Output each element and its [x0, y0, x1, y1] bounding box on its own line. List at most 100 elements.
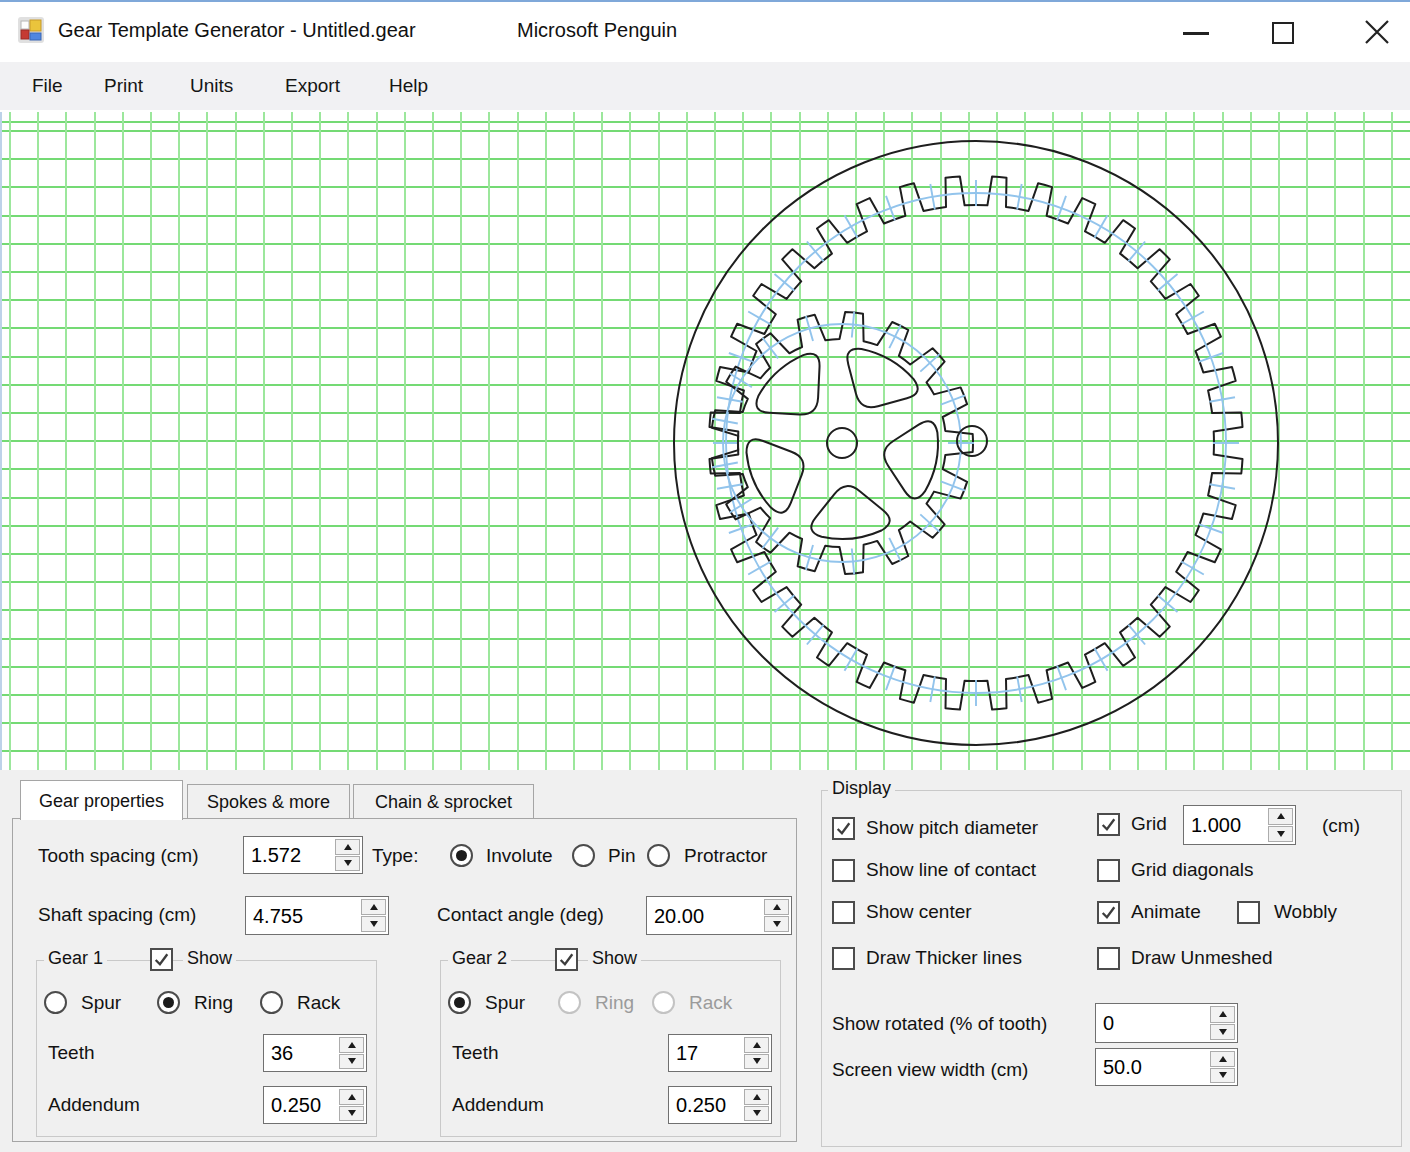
contact-angle-input[interactable]: 20.00 — [646, 896, 792, 935]
gear2-ring-radio[interactable] — [558, 991, 581, 1014]
animate-label[interactable]: Animate — [1131, 901, 1201, 923]
type-involute-radio[interactable] — [450, 844, 473, 867]
window-title: Gear Template Generator - Untitled.gear — [58, 19, 416, 42]
menu-file[interactable]: File — [32, 75, 63, 97]
gear1-teeth-label: Teeth — [48, 1042, 94, 1064]
gear2-spur-radio[interactable] — [448, 991, 471, 1014]
gear2-teeth-up-button[interactable] — [744, 1037, 769, 1053]
wobbly-checkbox[interactable] — [1237, 901, 1260, 924]
draw-thicker-lines-label[interactable]: Draw Thicker lines — [866, 947, 1022, 969]
type-pin-label[interactable]: Pin — [608, 845, 635, 867]
draw-unmeshed-checkbox[interactable] — [1097, 947, 1120, 970]
grid-checkbox[interactable] — [1097, 813, 1120, 836]
drawing-canvas[interactable] — [0, 112, 1410, 770]
draw-unmeshed-label[interactable]: Draw Unmeshed — [1131, 947, 1273, 969]
type-pin-radio[interactable] — [572, 844, 595, 867]
show-rotated-down-button[interactable] — [1210, 1024, 1235, 1041]
gear1-teeth-up-button[interactable] — [339, 1037, 364, 1053]
gear2-show-checkbox[interactable] — [555, 948, 578, 971]
up-arrow-icon — [348, 1042, 356, 1048]
down-arrow-icon — [753, 1058, 761, 1064]
menu-help[interactable]: Help — [389, 75, 428, 97]
grid-size-input[interactable]: 1.000 — [1183, 805, 1296, 845]
window-left-border — [0, 112, 2, 770]
show-center-label[interactable]: Show center — [866, 901, 972, 923]
gear2-rack-radio[interactable] — [652, 991, 675, 1014]
down-arrow-icon — [773, 921, 781, 927]
contact-angle-label: Contact angle (deg) — [437, 904, 604, 926]
type-involute-label[interactable]: Involute — [486, 845, 553, 867]
close-button[interactable] — [1352, 2, 1404, 62]
gear2-addendum-down-button[interactable] — [744, 1106, 769, 1122]
screen-view-width-input[interactable]: 50.0 — [1095, 1048, 1238, 1086]
gear2-addendum-input[interactable]: 0.250 — [668, 1086, 772, 1124]
check-icon — [152, 950, 171, 969]
gear1-addendum-down-button[interactable] — [339, 1106, 364, 1122]
screen-view-width-up-button[interactable] — [1210, 1051, 1235, 1067]
minimize-button[interactable] — [1170, 2, 1222, 62]
animate-checkbox[interactable] — [1097, 901, 1120, 924]
gear1-rack-label[interactable]: Rack — [297, 992, 340, 1014]
menu-units[interactable]: Units — [190, 75, 233, 97]
gear1-spur-radio[interactable] — [44, 991, 67, 1014]
show-line-of-contact-label[interactable]: Show line of contact — [866, 859, 1036, 881]
shaft-spacing-up-button[interactable] — [361, 899, 386, 915]
tab-gear-properties[interactable]: Gear properties — [20, 780, 183, 820]
contact-angle-down-button[interactable] — [764, 916, 789, 932]
gear1-ring-label[interactable]: Ring — [194, 992, 233, 1014]
shaft-spacing-value: 4.755 — [253, 904, 303, 927]
type-protractor-radio[interactable] — [647, 844, 670, 867]
show-line-of-contact-checkbox[interactable] — [832, 859, 855, 882]
tooth-spacing-up-button[interactable] — [335, 839, 360, 855]
shaft-spacing-input[interactable]: 4.755 — [245, 896, 389, 935]
gear1-rack-radio[interactable] — [260, 991, 283, 1014]
show-pitch-diameter-label[interactable]: Show pitch diameter — [866, 817, 1038, 839]
gear2-teeth-down-button[interactable] — [744, 1054, 769, 1070]
gear1-show-checkbox[interactable] — [150, 948, 173, 971]
down-arrow-icon — [344, 860, 352, 866]
screen-view-width-value: 50.0 — [1103, 1056, 1142, 1079]
gear2-ring-label[interactable]: Ring — [595, 992, 634, 1014]
menu-export[interactable]: Export — [285, 75, 340, 97]
gear1-spur-label[interactable]: Spur — [81, 992, 121, 1014]
gear2-addendum-label: Addendum — [452, 1094, 544, 1116]
gear1-teeth-input[interactable]: 36 — [263, 1034, 367, 1072]
contact-angle-up-button[interactable] — [764, 899, 789, 915]
check-icon — [1099, 903, 1118, 922]
gear2-show-label: Show — [588, 948, 641, 969]
tooth-spacing-input[interactable]: 1.572 — [243, 836, 363, 874]
gear2-teeth-input[interactable]: 17 — [668, 1034, 772, 1072]
display-title: Display — [828, 778, 895, 799]
gear2-addendum-up-button[interactable] — [744, 1089, 769, 1105]
tab-chain-sprocket[interactable]: Chain & sprocket — [353, 784, 534, 818]
gear1-addendum-input[interactable]: 0.250 — [263, 1086, 367, 1124]
show-center-checkbox[interactable] — [832, 901, 855, 924]
grid-diagonals-label[interactable]: Grid diagonals — [1131, 859, 1254, 881]
up-arrow-icon — [1277, 813, 1285, 819]
type-protractor-label[interactable]: Protractor — [684, 845, 767, 867]
window-subtitle: Microsoft Penguin — [517, 19, 677, 42]
grid-size-down-button[interactable] — [1268, 826, 1293, 843]
screen-view-width-down-button[interactable] — [1210, 1068, 1235, 1084]
show-rotated-input[interactable]: 0 — [1095, 1003, 1238, 1043]
tab-spokes-more[interactable]: Spokes & more — [187, 784, 350, 818]
shaft-spacing-down-button[interactable] — [361, 916, 386, 932]
shaft-spacing-label: Shaft spacing (cm) — [38, 904, 196, 926]
tooth-spacing-value: 1.572 — [251, 844, 301, 867]
gear2-rack-label[interactable]: Rack — [689, 992, 732, 1014]
grid-size-up-button[interactable] — [1268, 808, 1293, 825]
maximize-button[interactable] — [1256, 2, 1308, 62]
gear1-ring-radio[interactable] — [157, 991, 180, 1014]
show-pitch-diameter-checkbox[interactable] — [832, 817, 855, 840]
gear1-addendum-up-button[interactable] — [339, 1089, 364, 1105]
gear1-teeth-down-button[interactable] — [339, 1054, 364, 1070]
tooth-spacing-down-button[interactable] — [335, 856, 360, 872]
gear2-spur-label[interactable]: Spur — [485, 992, 525, 1014]
grid-label[interactable]: Grid — [1131, 813, 1167, 835]
show-rotated-up-button[interactable] — [1210, 1006, 1235, 1023]
wobbly-label[interactable]: Wobbly — [1274, 901, 1337, 923]
draw-thicker-lines-checkbox[interactable] — [832, 947, 855, 970]
gear1-show-label: Show — [183, 948, 236, 969]
grid-diagonals-checkbox[interactable] — [1097, 859, 1120, 882]
menu-print[interactable]: Print — [104, 75, 143, 97]
